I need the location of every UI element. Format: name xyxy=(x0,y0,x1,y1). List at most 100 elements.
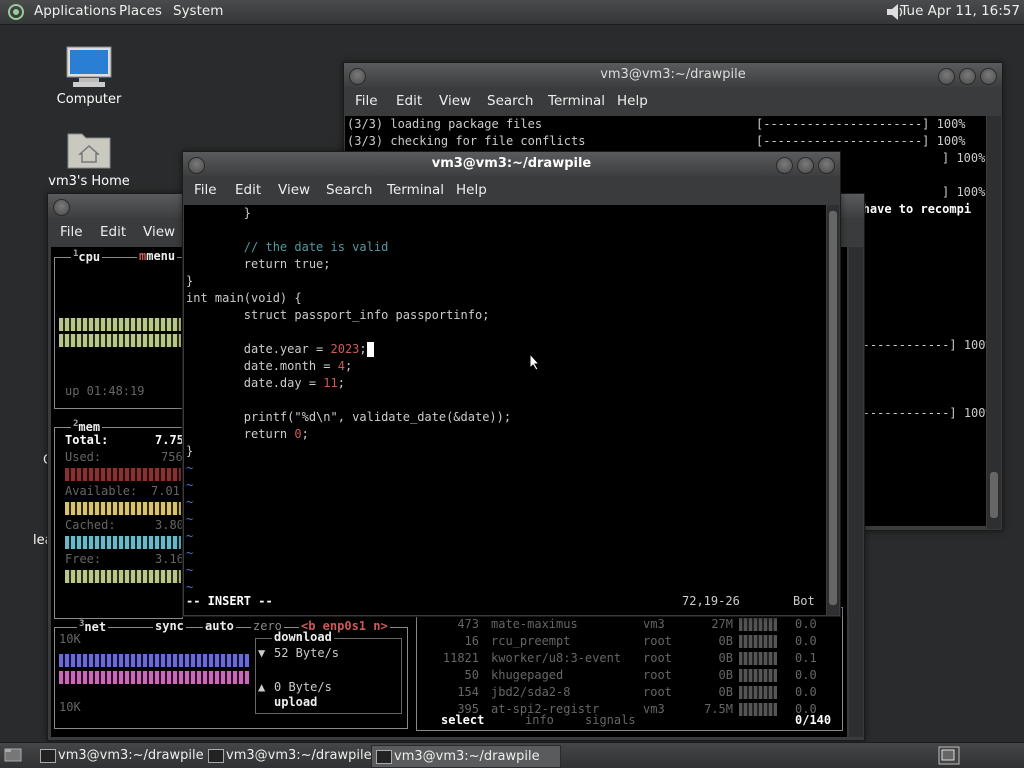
show-desktop-icon[interactable] xyxy=(4,747,22,763)
process-mem: 0B xyxy=(718,651,733,665)
code-line[interactable]: int main(void) { xyxy=(186,290,302,307)
window-titlebar[interactable]: vm3@vm3:~/drawpile xyxy=(183,152,840,176)
proc-count: 0/140 xyxy=(795,713,832,727)
menu-terminal[interactable]: Terminal xyxy=(387,182,444,198)
download-label: download xyxy=(272,630,334,644)
menu-help[interactable]: Help xyxy=(456,182,487,198)
workspace-switcher-icon[interactable] xyxy=(938,746,960,765)
download-graph xyxy=(59,654,249,667)
close-icon[interactable] xyxy=(818,157,835,174)
minimize-icon[interactable] xyxy=(776,157,793,174)
output-line: (3/3) loading package files xyxy=(347,117,543,131)
desktop-icon-home[interactable]: vm3's Home xyxy=(48,128,130,189)
menu-edit[interactable]: Edit xyxy=(100,224,126,240)
mem-box: 2mem Total: 7.75 Used: 756 Available: 7.… xyxy=(54,419,184,619)
process-mem: 27M xyxy=(711,617,733,631)
menu-file[interactable]: File xyxy=(60,224,83,240)
proc-select[interactable]: select xyxy=(441,712,484,729)
process-pid: 473 xyxy=(457,617,479,631)
window-menu-icon[interactable] xyxy=(53,199,70,216)
menu-edit[interactable]: Edit xyxy=(396,93,422,109)
proc-box: 473 mate-maximus vm3 27M 0.0 16 rcu_preempt roo… xyxy=(416,607,843,731)
mem-used-label: Used: xyxy=(65,450,102,464)
scrollbar[interactable] xyxy=(987,116,1001,529)
taskbar-item[interactable]: vm3@vm3:~/drawpile xyxy=(204,745,386,766)
code-line[interactable]: } xyxy=(186,443,193,460)
output-line: (3/3) checking for file conflicts xyxy=(347,134,586,148)
maximize-icon[interactable] xyxy=(959,68,976,85)
close-icon[interactable] xyxy=(980,68,997,85)
proc-info[interactable]: info xyxy=(525,712,554,729)
process-name: kworker/u8:3-event xyxy=(491,651,622,665)
net-tab-auto[interactable]: auto xyxy=(203,619,236,633)
cpu-graph xyxy=(59,318,181,331)
menu-help[interactable]: Help xyxy=(617,93,648,109)
process-user: root xyxy=(643,651,672,665)
cpu-label[interactable]: cpu xyxy=(78,250,100,264)
proc-signals[interactable]: signals xyxy=(585,712,636,729)
minimize-icon[interactable] xyxy=(938,68,955,85)
menu-view[interactable]: View xyxy=(439,93,471,109)
scrollbar-thumb[interactable] xyxy=(829,211,837,605)
empty-line-marker: ~ xyxy=(186,478,194,492)
system-menu[interactable]: System xyxy=(173,3,223,19)
code-line[interactable]: } xyxy=(186,273,193,290)
uptime: up 01:48:19 xyxy=(65,384,145,398)
vim-cursor-position: 72,19-26 xyxy=(682,594,740,608)
menu-label[interactable]: menu xyxy=(146,249,175,263)
process-cpu: 0.0 xyxy=(795,685,817,699)
code-line[interactable]: date.month = 4; xyxy=(186,358,352,375)
clock[interactable]: Tue Apr 11, 16:57 xyxy=(900,3,1020,19)
process-mem-bar xyxy=(739,686,777,699)
window-menu-icon[interactable] xyxy=(188,157,205,174)
terminal-window-vim[interactable]: vm3@vm3:~/drawpile File Edit View Search… xyxy=(182,151,841,617)
scrollbar[interactable] xyxy=(827,205,839,615)
code-line[interactable]: struct passport_info passportinfo; xyxy=(186,307,490,324)
menu-view[interactable]: View xyxy=(278,182,310,198)
menu-view[interactable]: View xyxy=(143,224,175,240)
code-line[interactable]: return 0; xyxy=(186,426,309,443)
empty-line-marker: ~ xyxy=(186,512,194,526)
mem-used-value: 756 xyxy=(161,450,183,464)
code-line[interactable]: // the date is valid xyxy=(186,239,389,256)
menu-file[interactable]: File xyxy=(355,93,378,109)
code-line[interactable]: return true; xyxy=(186,256,331,273)
maximize-icon[interactable] xyxy=(797,157,814,174)
mem-total-value: 7.75 xyxy=(155,433,184,447)
upload-graph xyxy=(59,671,249,684)
empty-line-marker: ~ xyxy=(186,563,194,577)
code-line[interactable]: date.day = 11; xyxy=(186,375,345,392)
distro-logo-icon[interactable] xyxy=(7,3,25,21)
menubar: File Edit View Search Terminal Help xyxy=(344,87,1002,115)
process-pid: 154 xyxy=(457,685,479,699)
process-user: vm3 xyxy=(643,702,665,716)
code-line[interactable]: } xyxy=(186,205,251,222)
net-box: 3net sync auto zero <b enp0s1 n> 10K 10K… xyxy=(54,619,408,729)
process-mem-bar xyxy=(739,635,777,648)
taskbar-item-active[interactable]: vm3@vm3:~/drawpile xyxy=(371,745,561,768)
process-user: root xyxy=(643,668,672,682)
process-pid: 16 xyxy=(464,634,479,648)
menu-search[interactable]: Search xyxy=(487,93,533,109)
menu-terminal[interactable]: Terminal xyxy=(548,93,605,109)
progress-bar-text: [----------------------] 100% xyxy=(756,134,966,148)
window-menu-icon[interactable] xyxy=(349,68,366,85)
vim-editor[interactable]: } // the date is valid return true;} int … xyxy=(184,205,826,615)
window-titlebar[interactable]: vm3@vm3:~/drawpile xyxy=(344,63,1002,87)
taskbar-item[interactable]: vm3@vm3:~/drawpile xyxy=(36,745,218,766)
scrollbar-thumb[interactable] xyxy=(990,472,998,518)
applications-menu[interactable]: Applications xyxy=(34,3,116,19)
menu-edit[interactable]: Edit xyxy=(235,182,261,198)
menu-file[interactable]: File xyxy=(194,182,217,198)
code-line[interactable]: date.year = 2023; xyxy=(186,341,374,358)
desktop-icon-computer[interactable]: Computer xyxy=(55,46,123,107)
taskbar: vm3@vm3:~/drawpile vm3@vm3:~/drawpile vm… xyxy=(0,742,1024,768)
code-line[interactable]: printf("%d\n", validate_date(&date)); xyxy=(186,409,511,426)
net-label[interactable]: net xyxy=(84,620,106,634)
scrollbar[interactable] xyxy=(849,247,863,737)
menu-search[interactable]: Search xyxy=(326,182,372,198)
mem-free-label: Free: xyxy=(65,552,102,566)
process-name: jbd2/sda2-8 xyxy=(491,685,571,699)
net-tab-sync[interactable]: sync xyxy=(153,619,186,633)
places-menu[interactable]: Places xyxy=(119,3,162,19)
